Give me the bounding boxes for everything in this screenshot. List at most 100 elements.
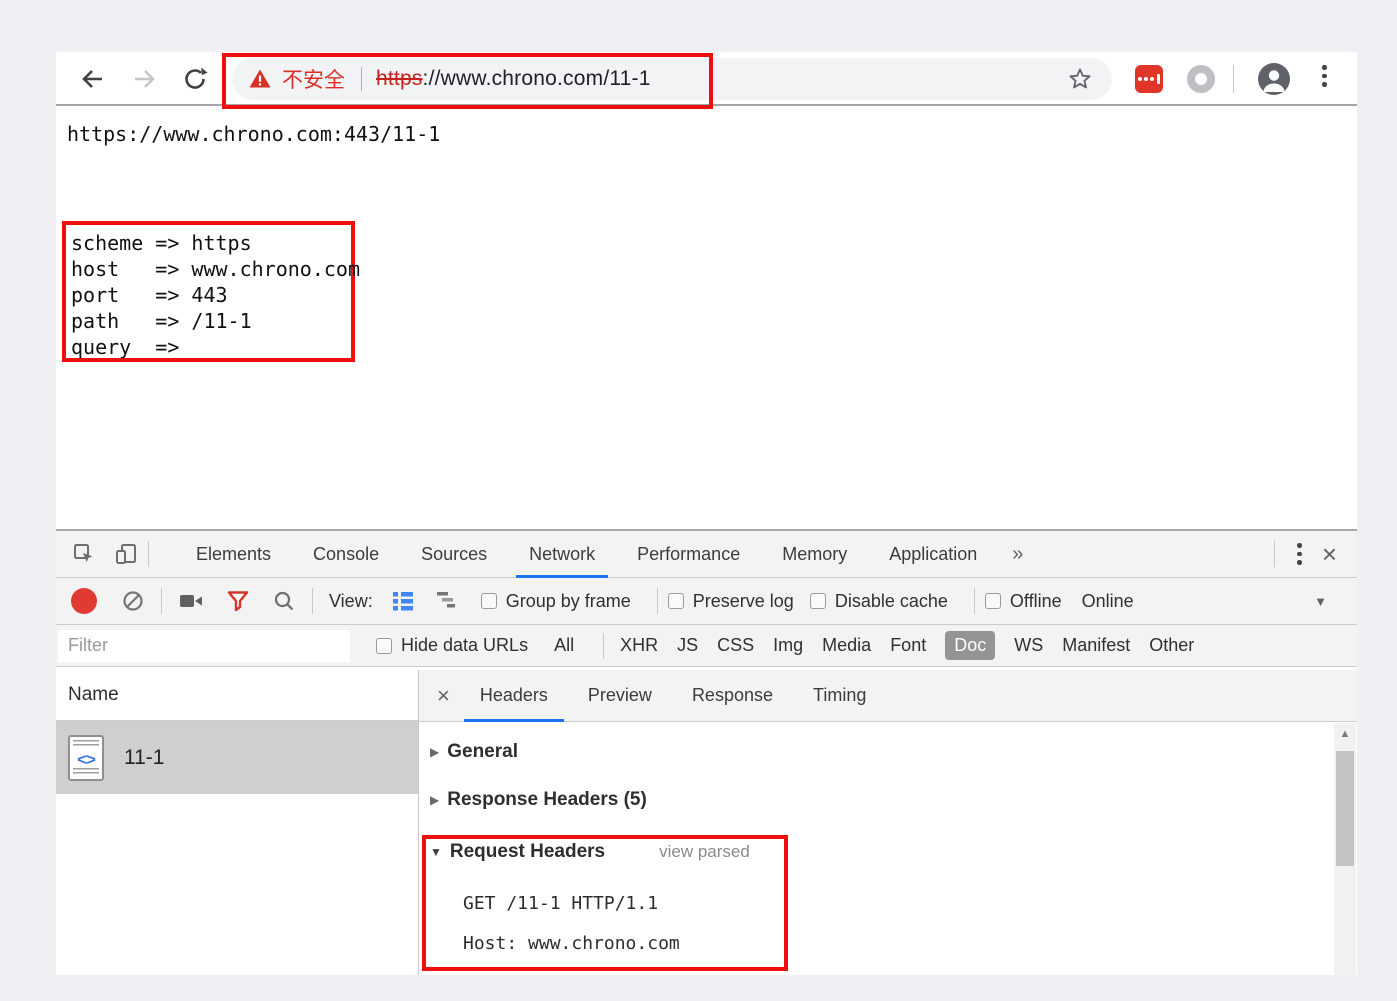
devtools-panel: Elements Console Sources Network Perform… — [56, 529, 1357, 975]
capture-screenshots-icon[interactable] — [178, 589, 204, 613]
net-divider2 — [312, 588, 313, 614]
profile-avatar[interactable] — [1258, 63, 1290, 95]
tab-console[interactable]: Console — [292, 531, 400, 578]
preserve-log-label[interactable]: Preserve log — [693, 591, 794, 612]
waterfall-overview-icon[interactable] — [435, 590, 461, 612]
page-url-line: https://www.chrono.com:443/11-1 — [67, 122, 441, 146]
tab-sources[interactable]: Sources — [400, 531, 508, 578]
device-toolbar-icon[interactable] — [114, 542, 138, 566]
search-icon[interactable] — [272, 589, 296, 613]
filter-type-media[interactable]: Media — [822, 635, 871, 656]
tab-headers[interactable]: Headers — [460, 670, 568, 722]
request-name-label: 11-1 — [124, 745, 165, 769]
preserve-log-checkbox[interactable] — [667, 593, 684, 609]
request-detail-panel: × Headers Preview Response Timing ▶ Gene… — [419, 670, 1357, 975]
tab-response[interactable]: Response — [672, 670, 793, 722]
record-button[interactable] — [71, 588, 97, 614]
filter-type-js[interactable]: JS — [677, 635, 698, 656]
offline-label[interactable]: Offline — [1010, 591, 1062, 612]
headers-detail-content: ▶ General ▶ Response Headers (5) ▼ Reque… — [419, 723, 1357, 975]
filter-type-css[interactable]: CSS — [717, 635, 754, 656]
scroll-up-icon[interactable]: ▲ — [1334, 728, 1356, 740]
tab-elements[interactable]: Elements — [175, 531, 292, 578]
offline-checkbox[interactable] — [984, 593, 1001, 609]
tab-timing[interactable]: Timing — [793, 670, 886, 722]
net-divider — [161, 588, 162, 614]
filter-type-manifest[interactable]: Manifest — [1062, 635, 1130, 656]
filter-type-doc-active[interactable]: Doc — [945, 631, 996, 660]
network-filter-bar: Hide data URLs All XHR JS CSS Img Media … — [56, 625, 1357, 667]
hide-data-urls-checkbox[interactable] — [376, 637, 392, 654]
inspect-element-icon[interactable] — [72, 542, 96, 566]
network-main-area: Name <> 11-1 × Headers Preview Response … — [56, 670, 1357, 975]
filter-icon[interactable] — [226, 589, 250, 613]
filter-input[interactable] — [58, 629, 350, 662]
section-general[interactable]: ▶ General — [430, 741, 518, 763]
page-content: https://www.chrono.com:443/11-1 scheme =… — [56, 106, 1357, 529]
devtools-tab-bar: Elements Console Sources Network Perform… — [56, 531, 1357, 578]
devtools-close-icon[interactable]: × — [1322, 541, 1337, 567]
view-label: View: — [329, 590, 373, 611]
reload-icon[interactable] — [182, 66, 208, 92]
throttling-select[interactable]: Online — [1082, 591, 1134, 612]
annotation-box-parsed-url: scheme => https host => www.chrono.com p… — [62, 221, 360, 362]
extension-icon-ring[interactable] — [1187, 65, 1215, 93]
filter-type-all[interactable]: All — [554, 635, 574, 656]
address-bar[interactable]: 不安全 https://www.chrono.com/11-1 — [232, 58, 1112, 100]
net-divider3 — [656, 588, 658, 614]
url-rest: ://www.chrono.com/11-1 — [422, 67, 651, 90]
tabbar-divider — [148, 541, 149, 567]
detail-scrollbar[interactable]: ▲ — [1334, 723, 1356, 975]
filter-type-img[interactable]: Img — [773, 635, 803, 656]
requests-list-panel: Name <> 11-1 — [56, 670, 419, 975]
scrollbar-thumb[interactable] — [1336, 751, 1354, 866]
filter-type-other[interactable]: Other — [1149, 635, 1194, 656]
more-tabs-icon[interactable]: » — [998, 543, 1037, 566]
document-file-icon: <> — [68, 734, 104, 781]
throttling-dropdown-icon[interactable]: ▼ — [1314, 594, 1327, 609]
forward-icon[interactable] — [131, 66, 157, 92]
disable-cache-checkbox[interactable] — [809, 593, 826, 609]
request-row[interactable]: <> 11-1 — [56, 721, 418, 794]
security-status-label[interactable]: 不安全 — [282, 64, 345, 94]
tab-network[interactable]: Network — [508, 531, 616, 578]
filter-type-font[interactable]: Font — [890, 635, 926, 656]
extension-icon-red[interactable] — [1135, 65, 1163, 93]
urlbar-divider — [361, 67, 362, 91]
parsed-url-output: scheme => https host => www.chrono.com p… — [71, 231, 360, 359]
tab-performance[interactable]: Performance — [616, 531, 761, 578]
filter-type-ws[interactable]: WS — [1014, 635, 1043, 656]
network-toolbar: View: Group by frame Preserve log Disabl… — [56, 578, 1357, 625]
detail-tab-bar: × Headers Preview Response Timing — [419, 670, 1357, 722]
group-by-frame-checkbox[interactable] — [480, 593, 497, 609]
devtools-menu-icon[interactable] — [1297, 543, 1302, 565]
browser-window: 不安全 https://www.chrono.com/11-1 https://… — [56, 52, 1357, 975]
url-text[interactable]: https://www.chrono.com/11-1 — [376, 67, 651, 91]
clear-icon[interactable] — [121, 589, 145, 613]
bookmark-star-icon[interactable] — [1068, 67, 1092, 91]
toolbar-divider — [1233, 65, 1234, 93]
struck-scheme: https — [376, 67, 423, 90]
view-parsed-link[interactable]: view parsed — [659, 842, 750, 862]
back-icon[interactable] — [80, 66, 106, 92]
filter-divider — [603, 632, 605, 659]
section-request-headers[interactable]: ▼ Request Headers view parsed — [430, 841, 750, 863]
tab-application[interactable]: Application — [868, 531, 998, 578]
filter-type-xhr[interactable]: XHR — [620, 635, 658, 656]
disable-cache-label[interactable]: Disable cache — [835, 591, 948, 612]
chrome-menu-icon[interactable] — [1322, 65, 1327, 87]
insecure-warning-icon — [249, 69, 271, 88]
name-column-header[interactable]: Name — [56, 670, 418, 721]
expanded-triangle-icon: ▼ — [430, 845, 442, 859]
tab-memory[interactable]: Memory — [761, 531, 868, 578]
section-response-headers[interactable]: ▶ Response Headers (5) — [430, 789, 647, 811]
net-divider4 — [973, 588, 975, 614]
collapsed-triangle-icon: ▶ — [430, 745, 440, 759]
group-by-frame-label[interactable]: Group by frame — [506, 591, 631, 612]
host-header-line: Host: www.chrono.com — [463, 933, 680, 954]
large-rows-icon[interactable] — [391, 590, 415, 612]
close-detail-icon[interactable]: × — [425, 683, 460, 709]
browser-toolbar: 不安全 https://www.chrono.com/11-1 — [56, 52, 1357, 109]
tab-preview[interactable]: Preview — [568, 670, 672, 722]
hide-data-urls-label[interactable]: Hide data URLs — [401, 635, 528, 656]
